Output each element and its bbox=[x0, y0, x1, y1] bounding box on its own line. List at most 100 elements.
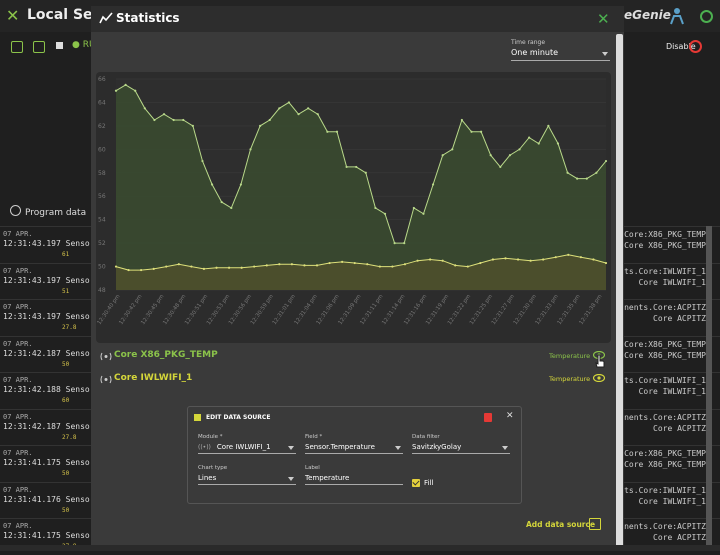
log-list: 07 APR. 12:31:43.197 Sensor. 61 07 APR. 1… bbox=[0, 226, 99, 555]
data-point bbox=[227, 266, 231, 269]
log-module: Core ACPITZ bbox=[653, 533, 706, 542]
log-time: 12:31:41.175 Sensor. bbox=[3, 458, 100, 467]
log-value: 50 bbox=[62, 360, 70, 368]
trash-icon[interactable] bbox=[484, 413, 492, 422]
data-point bbox=[215, 266, 218, 269]
person-icon[interactable] bbox=[668, 6, 686, 26]
log-value: 61 bbox=[62, 251, 70, 258]
data-point bbox=[114, 89, 118, 92]
data-point bbox=[165, 265, 168, 268]
data-point bbox=[431, 183, 435, 186]
data-point bbox=[576, 177, 579, 180]
fill-checkbox[interactable] bbox=[412, 479, 420, 487]
mouse-cursor-icon bbox=[595, 354, 605, 368]
eye-icon[interactable] bbox=[593, 374, 605, 382]
log-date: 07 APR. bbox=[3, 339, 33, 348]
data-point bbox=[499, 165, 502, 169]
close-icon[interactable]: ✕ bbox=[6, 6, 19, 25]
brand-logo: eGenie bbox=[624, 8, 671, 22]
data-point bbox=[604, 159, 608, 163]
data-point bbox=[451, 148, 454, 151]
log-value: 27.8 bbox=[62, 324, 77, 331]
y-tick-label: 50 bbox=[98, 264, 106, 271]
temperature-chart: 48 50 52 54 56 58 60 62 64 66 12:30:40 pm12:30:42 … bbox=[96, 76, 608, 326]
monitor-icon[interactable] bbox=[33, 41, 45, 53]
y-tick-label: 62 bbox=[98, 123, 106, 130]
log-time: 12:31:42.187 Sensor. bbox=[3, 348, 100, 358]
x-tick-label: 12:30:53 pm bbox=[206, 294, 231, 326]
source-row-iwlwifi[interactable]: Core IWLWIFI_1 Temperature bbox=[99, 372, 609, 388]
data-point bbox=[153, 118, 156, 122]
data-point bbox=[491, 258, 495, 261]
x-tick-label: 12:30:40 pm bbox=[96, 294, 121, 326]
dialog-scrollbar[interactable] bbox=[616, 34, 623, 548]
log-module: Core IWLWIFI_1 bbox=[638, 496, 706, 506]
stop-icon[interactable] bbox=[56, 42, 63, 49]
data-point bbox=[249, 148, 252, 151]
data-point bbox=[278, 263, 281, 266]
data-point bbox=[441, 259, 444, 262]
data-point bbox=[210, 183, 214, 186]
x-tick-label: 12:31:38 pm bbox=[578, 294, 603, 326]
log-module: Core X86_PKG_TEMP bbox=[624, 241, 706, 250]
module-value: Core IWLWIFI_1 bbox=[216, 443, 271, 451]
module-label: Module * bbox=[198, 434, 223, 440]
antenna-icon bbox=[100, 352, 112, 361]
field-value: Sensor.Temperature bbox=[305, 443, 375, 451]
x-tick-label: 12:30:51 pm bbox=[184, 294, 209, 326]
data-point bbox=[479, 130, 483, 133]
x-tick-label: 12:30:59 pm bbox=[250, 294, 275, 326]
data-point bbox=[566, 171, 569, 174]
data-point bbox=[592, 258, 595, 261]
data-point bbox=[124, 83, 127, 86]
data-point bbox=[152, 267, 155, 270]
chevron-down-icon bbox=[602, 52, 608, 56]
data-point bbox=[143, 107, 146, 110]
data-point bbox=[460, 118, 463, 122]
x-tick-label: 12:31:01 pm bbox=[272, 294, 297, 326]
x-tick-label: 12:30:56 pm bbox=[228, 294, 253, 326]
data-point bbox=[441, 154, 444, 157]
block-icon[interactable] bbox=[689, 40, 702, 53]
data-point bbox=[422, 212, 425, 215]
data-point bbox=[470, 130, 473, 133]
source-row-x86[interactable]: Core X86_PKG_TEMP Temperature bbox=[99, 349, 609, 365]
data-point bbox=[429, 258, 432, 261]
data-point bbox=[316, 113, 319, 116]
chevron-down-icon bbox=[288, 477, 294, 481]
log-time: 12:31:43.197 Sensor. bbox=[3, 312, 100, 321]
scrollbar[interactable] bbox=[706, 226, 712, 546]
chart-panel: 48 50 52 54 56 58 60 62 64 66 12:30:40 pm 12:30:42 … bbox=[96, 72, 611, 343]
data-point bbox=[315, 264, 319, 267]
time-range-select[interactable]: One minute bbox=[511, 46, 610, 61]
data-point bbox=[328, 261, 331, 265]
dialog-header: Statistics ✕ bbox=[91, 6, 624, 32]
close-dialog-button[interactable]: ✕ bbox=[597, 10, 610, 28]
log-time: 12:31:41.176 Sensor. bbox=[3, 494, 100, 504]
data-point bbox=[268, 118, 271, 122]
data-point bbox=[393, 242, 396, 245]
data-point bbox=[220, 200, 223, 204]
data-point bbox=[140, 268, 143, 272]
data-point bbox=[518, 148, 521, 151]
close-icon[interactable]: ✕ bbox=[506, 411, 514, 421]
log-value: 51 bbox=[62, 287, 70, 295]
data-point bbox=[326, 130, 329, 133]
y-tick-label: 64 bbox=[98, 99, 106, 106]
save-icon[interactable] bbox=[11, 41, 23, 53]
add-data-source-button[interactable]: Add data source bbox=[526, 520, 595, 529]
tab-program-data[interactable]: Program data bbox=[10, 200, 92, 226]
data-point bbox=[190, 265, 193, 268]
color-swatch[interactable] bbox=[194, 414, 201, 421]
data-point bbox=[353, 261, 356, 265]
x-tick-label: 12:31:19 pm bbox=[425, 294, 450, 326]
data-point bbox=[162, 113, 166, 116]
log-date: 07 APR. bbox=[3, 485, 33, 494]
data-point bbox=[202, 267, 206, 270]
data-point bbox=[508, 154, 512, 157]
data-point bbox=[355, 165, 358, 169]
data-point bbox=[366, 263, 369, 266]
add-chart-icon[interactable] bbox=[589, 518, 601, 530]
log-entry: 07 APR. 12:31:41.176 Sensor. 50 bbox=[0, 481, 99, 519]
data-point bbox=[374, 206, 377, 210]
